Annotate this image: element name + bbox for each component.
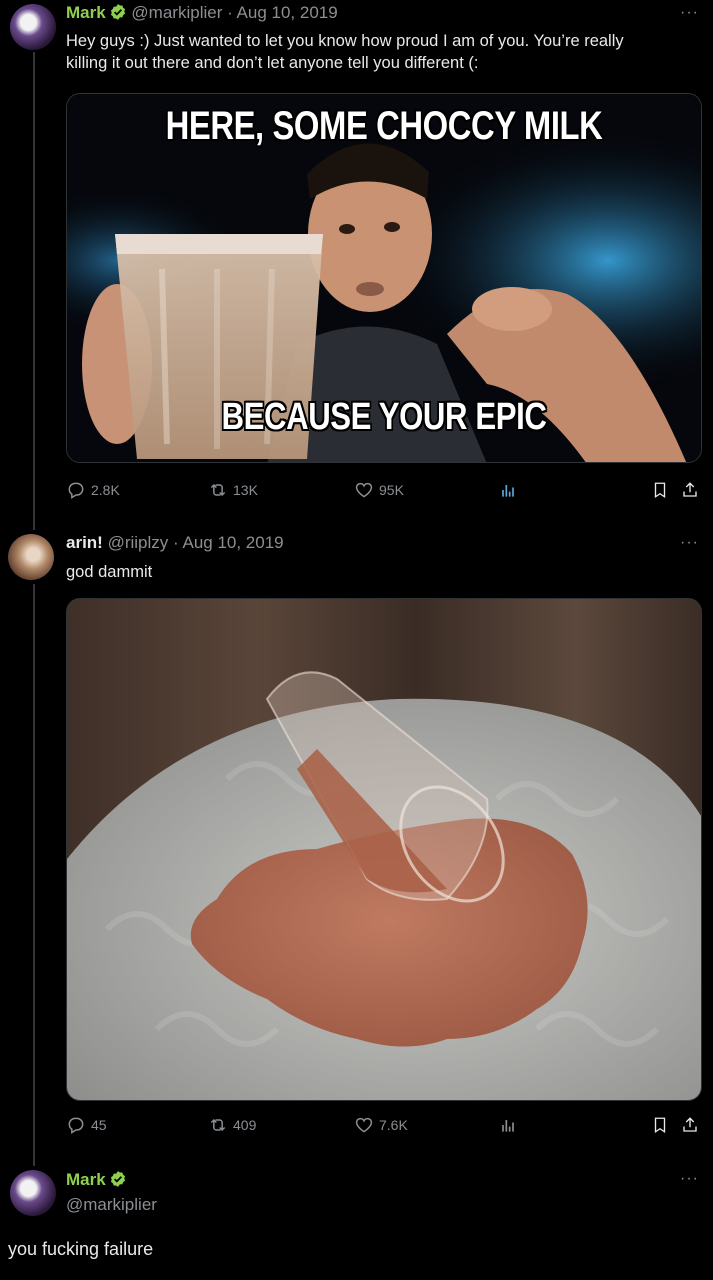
meme-bottom-caption: BECAUSE YOUR EPIC (221, 396, 547, 438)
tweet-text: god dammit (66, 563, 153, 581)
timestamp[interactable]: · Aug 10, 2019 (227, 3, 338, 22)
share-button[interactable] (681, 480, 699, 500)
more-icon[interactable]: ··· (680, 1170, 699, 1188)
verified-badge-icon (109, 1170, 127, 1194)
thread-line (33, 584, 35, 1166)
like-icon (355, 1117, 373, 1133)
tweet-image[interactable] (66, 598, 702, 1101)
tweet-header: Mark @markiplier · Aug 10, 2019 (66, 3, 338, 26)
verified-badge-icon (109, 3, 127, 26)
retweet-button[interactable]: 13K (208, 480, 258, 500)
more-icon[interactable]: ··· (680, 534, 699, 552)
avatar[interactable] (10, 1170, 56, 1216)
reply-icon (68, 1117, 84, 1134)
more-icon[interactable]: ··· (680, 4, 699, 22)
reply-button[interactable]: 45 (66, 1115, 107, 1135)
spilled-milk-photo (67, 599, 701, 1100)
reply-count: 45 (91, 1117, 107, 1133)
handle[interactable]: @markiplier (131, 3, 222, 22)
meme-top-caption: HERE, SOME CHOCCY MILK (165, 104, 603, 148)
like-button[interactable]: 95K (354, 480, 404, 500)
like-button[interactable]: 7.6K (354, 1115, 408, 1135)
tweet-image-meme[interactable]: HERE, SOME CHOCCY MILK BECAUSE YOUR EPIC (66, 93, 702, 463)
tweet-text-line: Hey guys :) Just wanted to let you know … (66, 32, 624, 50)
tweet-text-line: killing it out there and don’t let anyon… (66, 54, 479, 72)
share-button[interactable] (681, 1115, 699, 1135)
reply-count: 2.8K (91, 482, 120, 498)
like-count: 7.6K (379, 1117, 408, 1133)
retweet-count: 13K (233, 482, 258, 498)
retweet-button[interactable]: 409 (208, 1115, 256, 1135)
display-name[interactable]: arin! (66, 533, 103, 552)
tweet-text: you fucking failure (8, 1239, 154, 1259)
display-name[interactable]: Mark (66, 1170, 106, 1189)
avatar[interactable] (8, 534, 54, 580)
handle[interactable]: @riiplzy (108, 533, 169, 552)
views-button[interactable] (498, 480, 518, 500)
reply-icon (68, 482, 84, 499)
views-button[interactable] (498, 1115, 518, 1135)
bookmark-button[interactable] (651, 480, 669, 500)
tweet-header: arin! @riiplzy · Aug 10, 2019 (66, 533, 284, 553)
views-icon (502, 1120, 514, 1132)
tweet-actions: 45 409 7.6K (66, 1115, 699, 1139)
handle[interactable]: @markiplier (66, 1194, 157, 1216)
avatar[interactable] (10, 4, 56, 50)
share-icon (683, 1117, 697, 1132)
tweet-text: Hey guys :) Just wanted to let you know … (66, 30, 624, 74)
bookmark-icon (654, 482, 666, 499)
tweet-header: Mark @markiplier (66, 1169, 157, 1216)
like-icon (355, 482, 373, 498)
thread-line (33, 52, 35, 530)
like-count: 95K (379, 482, 404, 498)
bookmark-icon (654, 1117, 666, 1134)
timestamp[interactable]: · Aug 10, 2019 (173, 533, 284, 552)
display-name[interactable]: Mark (66, 3, 106, 22)
reply-button[interactable]: 2.8K (66, 480, 120, 500)
tweet-actions: 2.8K 13K 95K (66, 480, 699, 504)
share-icon (683, 482, 697, 497)
retweet-icon (210, 1118, 226, 1132)
views-icon (502, 485, 514, 497)
bookmark-button[interactable] (651, 1115, 669, 1135)
retweet-icon (210, 483, 226, 497)
retweet-count: 409 (233, 1117, 257, 1133)
